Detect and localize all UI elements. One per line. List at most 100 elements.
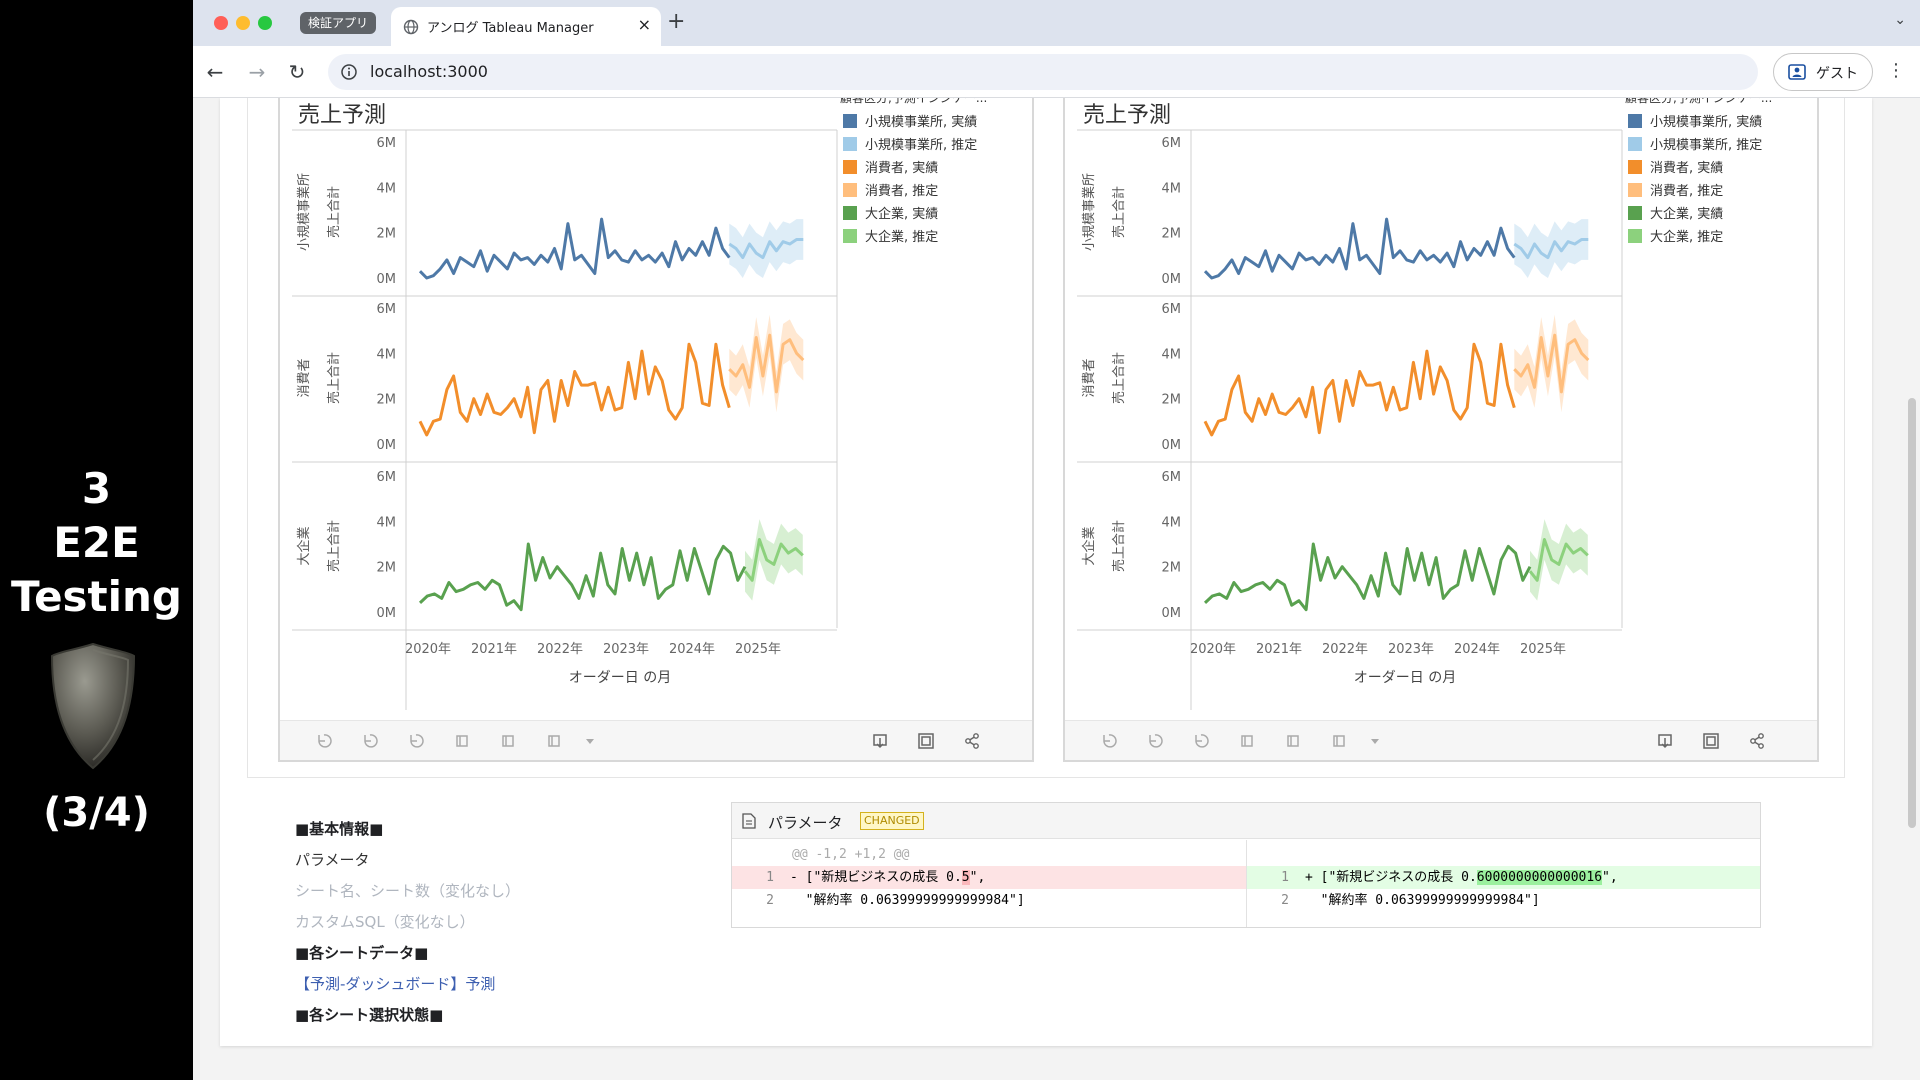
y-tick-label: 6M — [1162, 470, 1182, 485]
diff-context-line: "解約率 0.06399999999999984"] — [1305, 893, 1540, 908]
row-label: 大企業 — [1081, 526, 1097, 565]
dropdown-icon[interactable] — [1365, 731, 1385, 751]
tab-active[interactable]: アンログ Tableau Manager × — [391, 7, 661, 46]
side-title-number: 3 — [81, 464, 112, 513]
y-tick-label: 2M — [1162, 393, 1182, 408]
y-tick-label: 0M — [1162, 606, 1182, 621]
back-arrow-icon[interactable]: ← — [203, 60, 227, 84]
toggle-icon[interactable] — [544, 731, 564, 751]
y-tick-label: 0M — [377, 606, 397, 621]
refresh-data-icon[interactable] — [1237, 731, 1257, 751]
y-tick-label: 2M — [1162, 561, 1182, 576]
new-tab-button[interactable]: + — [667, 9, 685, 34]
revert-icon[interactable] — [1191, 731, 1211, 751]
row-label: 小規模事業所 — [296, 173, 312, 251]
legend-item: 大企業, 推定 — [1650, 229, 1723, 245]
sheets-nochange-item: シート名、シート数（変化なし） — [295, 882, 521, 900]
redo-icon[interactable] — [1145, 731, 1165, 751]
changed-badge: CHANGED — [860, 812, 924, 830]
x-tick-label: 2020年 — [1190, 642, 1236, 657]
y-tick-label: 6M — [1162, 302, 1182, 317]
diff-line-number: 2 — [766, 893, 774, 908]
page-content: 売上予測 顧客区分,予測インジケー... 小規模事業所, 実績 小規模事業所, 推定消… — [193, 98, 1920, 1080]
sheet-link[interactable]: 【予測-ダッシュボード】予測 — [295, 969, 695, 1000]
window-close-button[interactable] — [214, 16, 228, 30]
share-icon[interactable] — [1747, 731, 1767, 751]
legend-item: 消費者, 実績 — [1650, 160, 1723, 176]
reload-icon[interactable]: ↻ — [285, 60, 309, 84]
page-card: 売上予測 顧客区分,予測インジケー... 小規模事業所, 実績 小規模事業所, 推定消… — [220, 98, 1872, 1046]
legend-swatch — [1628, 114, 1642, 128]
dropdown-icon[interactable] — [580, 731, 600, 751]
address-bar[interactable]: localhost:3000 — [328, 54, 1758, 90]
side-progress: (3/4) — [43, 790, 150, 836]
window-minimize-button[interactable] — [236, 16, 250, 30]
revert-icon[interactable] — [406, 731, 426, 751]
download-icon[interactable] — [870, 731, 890, 751]
section-basic-info: ■基本情報■ — [295, 820, 384, 838]
profile-button[interactable]: ゲスト — [1773, 53, 1873, 91]
viz-toolbar — [1065, 720, 1817, 760]
undo-icon[interactable] — [314, 731, 334, 751]
forecast-chart-left: 売上予測 顧客区分,予測インジケー... 小規模事業所, 実績小規模事業所, 推定消… — [292, 98, 987, 710]
pause-data-icon[interactable] — [1283, 731, 1303, 751]
info-icon[interactable] — [340, 63, 358, 81]
toggle-icon[interactable] — [1329, 731, 1349, 751]
x-tick-label: 2024年 — [1454, 642, 1500, 657]
more-menu-icon[interactable]: ⋮ — [1887, 60, 1905, 81]
row-label: 売上合計 — [1111, 186, 1127, 238]
y-tick-label: 6M — [1162, 136, 1182, 151]
diff-added-highlight: 6000000000000016 — [1476, 870, 1603, 885]
redo-icon[interactable] — [360, 731, 380, 751]
diff-header: パラメータ CHANGED — [732, 803, 1760, 839]
legend-item: 小規模事業所, 実績 — [1650, 114, 1762, 130]
dashboard-frame: 売上予測 顧客区分,予測インジケー... 小規模事業所, 実績 小規模事業所, 推定消… — [247, 98, 1845, 778]
section-sheet-selection: ■各シート選択状態■ — [295, 1006, 444, 1024]
diff-context-line: "解約率 0.06399999999999984"] — [790, 893, 1025, 908]
y-tick-label: 4M — [1162, 347, 1182, 362]
tab-title: アンログ Tableau Manager — [427, 21, 594, 36]
fullscreen-icon[interactable] — [1701, 731, 1721, 751]
x-tick-label: 2023年 — [603, 642, 649, 657]
x-tick-label: 2022年 — [1322, 642, 1368, 657]
globe-icon — [403, 19, 419, 35]
close-icon[interactable]: × — [638, 15, 651, 34]
y-tick-label: 4M — [1162, 181, 1182, 196]
page-scrollbar[interactable] — [1908, 398, 1916, 828]
browser-window: 検証アプリ アンログ Tableau Manager × + ⌄ ← → ↻ l… — [193, 0, 1920, 1080]
fullscreen-icon[interactable] — [916, 731, 936, 751]
side-panel: 3 E2E Testing (3/4) — [0, 0, 193, 1080]
side-title: 3 E2E Testing — [0, 462, 193, 624]
person-icon — [1788, 64, 1806, 80]
legend-item: 小規模事業所, 推定 — [865, 137, 977, 153]
forward-arrow-icon[interactable]: → — [245, 60, 269, 84]
row-label: 大企業 — [296, 526, 312, 565]
params-item[interactable]: パラメータ — [295, 845, 695, 876]
tab-group-label[interactable]: 検証アプリ — [300, 12, 377, 34]
pause-data-icon[interactable] — [498, 731, 518, 751]
viz-right: 売上予測 顧客区分,予測インジケー... 小規模事業所, 実績 小規模事業所, 推定消… — [1063, 98, 1819, 762]
y-tick-label: 0M — [1162, 438, 1182, 453]
y-tick-label: 0M — [377, 438, 397, 453]
viz-toolbar — [280, 720, 1032, 760]
undo-icon[interactable] — [1099, 731, 1119, 751]
y-tick-label: 0M — [1162, 272, 1182, 287]
forecast-band — [1530, 519, 1588, 601]
profile-label: ゲスト — [1816, 66, 1858, 82]
chart-title: 売上予測 — [298, 103, 386, 128]
browser-toolbar: ← → ↻ localhost:3000 ゲスト ⋮ — [193, 46, 1920, 98]
legend-swatch — [1628, 137, 1642, 151]
y-tick-label: 4M — [377, 515, 397, 530]
side-title-e2e: E2E — [53, 518, 140, 567]
y-tick-label: 2M — [377, 393, 397, 408]
refresh-data-icon[interactable] — [452, 731, 472, 751]
series-line-actual — [418, 542, 747, 612]
share-icon[interactable] — [962, 731, 982, 751]
chevron-down-icon[interactable]: ⌄ — [1894, 12, 1906, 28]
window-maximize-button[interactable] — [258, 16, 272, 30]
chart-title: 売上予測 — [1083, 103, 1171, 128]
series-line-actual — [1203, 542, 1532, 612]
diff-line-number: 2 — [1281, 893, 1289, 908]
legend-item: 大企業, 実績 — [865, 206, 938, 222]
download-icon[interactable] — [1655, 731, 1675, 751]
